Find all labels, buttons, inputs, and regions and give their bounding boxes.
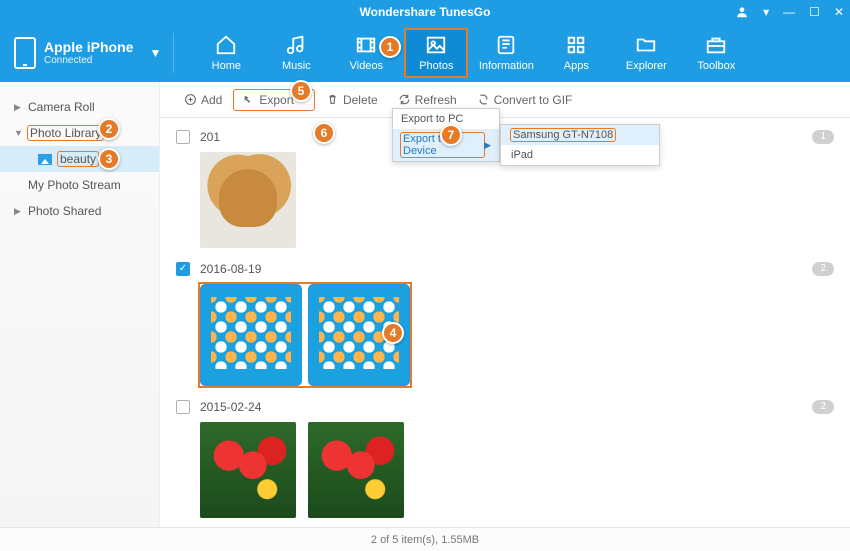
group-count: 1 — [812, 130, 834, 144]
group-date: 201 — [200, 130, 220, 144]
nav-music[interactable]: Music — [264, 28, 328, 78]
callout-5: 5 — [290, 80, 312, 102]
nav-photos[interactable]: Photos — [404, 28, 468, 78]
plus-icon — [184, 93, 197, 106]
group-header: 2016-08-19 2 — [176, 258, 834, 280]
photos-icon — [424, 34, 448, 56]
home-icon — [214, 34, 238, 56]
videos-icon — [354, 34, 378, 56]
sidebar-item-photo-library[interactable]: ▼ Photo Library — [0, 120, 159, 146]
group-date: 2015-02-24 — [200, 400, 261, 414]
title-bar: Wondershare TunesGo ▾ — ☐ ✕ — [0, 0, 850, 24]
nav-home[interactable]: Home — [194, 28, 258, 78]
sidebar-item-beauty[interactable]: beauty — [0, 146, 159, 172]
callout-6: 6 — [313, 122, 335, 144]
device-status: Connected — [44, 55, 133, 66]
user-icon[interactable] — [735, 5, 749, 19]
content-area: Add Export ▼ Delete Refresh Convert to G… — [160, 82, 850, 527]
add-button[interactable]: Add — [176, 90, 230, 110]
callout-7: 7 — [440, 124, 462, 146]
group-date: 2016-08-19 — [200, 262, 261, 276]
group-count: 2 — [812, 400, 834, 414]
chevron-right-icon: ▶ — [484, 140, 491, 151]
photo-thumb[interactable] — [200, 422, 296, 518]
photo-thumb[interactable] — [308, 422, 404, 518]
sidebar-item-camera-roll[interactable]: ▶ Camera Roll — [0, 94, 159, 120]
chevron-right-icon: ▶ — [14, 206, 22, 217]
maximize-button[interactable]: ☐ — [809, 5, 820, 19]
phone-icon — [14, 37, 36, 69]
callout-2: 2 — [98, 118, 120, 140]
delete-button[interactable]: Delete — [318, 90, 386, 110]
nav-toolbox[interactable]: Toolbox — [684, 28, 748, 78]
nav-apps[interactable]: Apps — [544, 28, 608, 78]
convert-icon — [477, 93, 490, 106]
photo-groups: 201 1 2016-08-19 2 2015-02-24 — [160, 118, 850, 527]
status-text: 2 of 5 item(s), 1.55MB — [371, 534, 479, 546]
device-submenu: Samsung GT-N7108 iPad — [500, 124, 660, 166]
group-checkbox[interactable] — [176, 130, 190, 144]
status-bar: 2 of 5 item(s), 1.55MB — [0, 527, 850, 551]
explorer-icon — [634, 34, 658, 56]
device-name: Apple iPhone — [44, 40, 133, 55]
sidebar-item-photo-shared[interactable]: ▶ Photo Shared — [0, 198, 159, 224]
toolbar: Add Export ▼ Delete Refresh Convert to G… — [160, 82, 850, 118]
nav-information[interactable]: Information — [474, 28, 538, 78]
chevron-down-icon: ▼ — [14, 128, 22, 138]
group-checkbox[interactable] — [176, 400, 190, 414]
callout-4: 4 — [382, 322, 404, 344]
selection-highlight — [200, 284, 410, 386]
chevron-down-icon[interactable]: ▾ — [763, 5, 769, 19]
callout-1: 1 — [379, 36, 401, 58]
device-option-ipad[interactable]: iPad — [501, 145, 659, 165]
sidebar-item-photo-stream[interactable]: My Photo Stream — [0, 172, 159, 198]
top-nav: Apple iPhone Connected ▼ Home Music Vide… — [0, 24, 850, 82]
export-icon — [242, 93, 255, 106]
convert-button[interactable]: Convert to GIF — [469, 90, 581, 110]
callout-3: 3 — [98, 148, 120, 170]
music-icon — [284, 34, 308, 56]
album-icon — [38, 154, 52, 165]
nav-explorer[interactable]: Explorer — [614, 28, 678, 78]
toolbox-icon — [704, 34, 728, 56]
window-controls: ▾ — ☐ ✕ — [735, 0, 844, 24]
close-button[interactable]: ✕ — [834, 5, 844, 19]
photo-thumb[interactable] — [203, 287, 299, 383]
group-checkbox[interactable] — [176, 262, 190, 276]
device-selector[interactable]: Apple iPhone Connected ▼ — [10, 33, 174, 73]
refresh-icon — [398, 93, 411, 106]
sidebar: ▶ Camera Roll ▼ Photo Library beauty My … — [0, 82, 160, 527]
apps-icon — [564, 34, 588, 56]
group-header: 2015-02-24 2 — [176, 396, 834, 418]
app-title: Wondershare TunesGo — [360, 5, 491, 19]
minimize-button[interactable]: — — [783, 5, 795, 19]
information-icon — [494, 34, 518, 56]
trash-icon — [326, 93, 339, 106]
chevron-down-icon: ▼ — [149, 46, 161, 60]
group-count: 2 — [812, 262, 834, 276]
chevron-right-icon: ▶ — [14, 102, 22, 113]
refresh-button[interactable]: Refresh — [390, 90, 465, 110]
photo-thumb[interactable] — [200, 152, 296, 248]
device-option-samsung[interactable]: Samsung GT-N7108 — [501, 125, 659, 145]
